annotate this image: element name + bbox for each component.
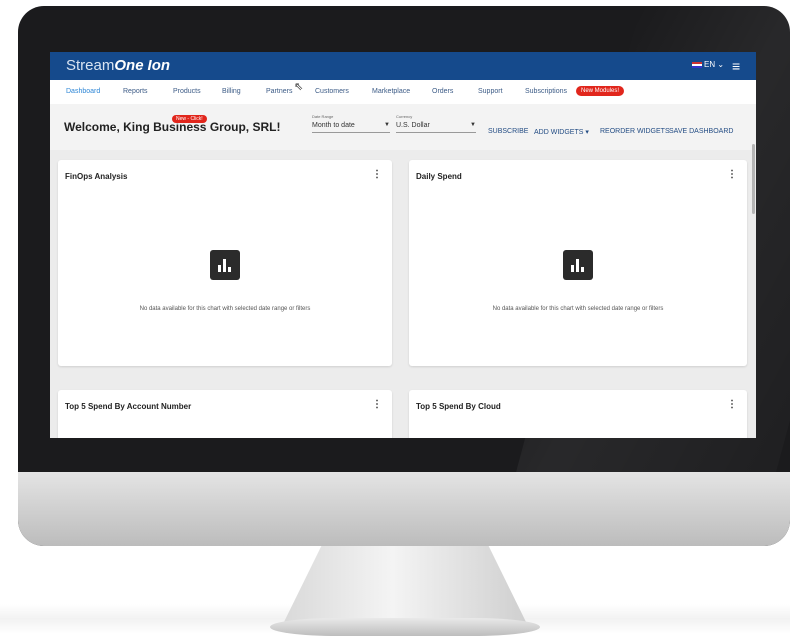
dropdown-arrow-icon: ▾ — [585, 129, 589, 136]
currency-label: Currency — [396, 114, 413, 119]
nav-support[interactable]: Support — [478, 88, 503, 95]
nav-partners[interactable]: Partners — [266, 88, 292, 95]
us-flag-icon — [692, 61, 702, 68]
dropdown-arrow-icon: ▼ — [470, 122, 476, 128]
new-modules-badge[interactable]: New Modules! — [576, 86, 625, 96]
nav-billing[interactable]: Billing — [222, 88, 241, 95]
add-widgets-button[interactable]: ADD WIDGETS ▾ — [534, 128, 589, 136]
date-range-label: Date Range — [312, 114, 334, 119]
more-options-icon[interactable]: ⋮ — [727, 169, 737, 180]
date-range-field[interactable]: Date Range Month to date ▼ — [312, 114, 390, 133]
welcome-heading: Welcome, King Business Group, SRL! — [64, 120, 281, 134]
card-title: Daily Spend — [416, 172, 462, 181]
currency-value: U.S. Dollar — [396, 122, 430, 129]
daily-spend-card: Daily Spend ⋮ No data available for this… — [409, 160, 747, 366]
language-selector[interactable]: EN ⌄ — [692, 60, 724, 69]
add-widgets-label: ADD WIDGETS — [534, 129, 584, 136]
date-range-value: Month to date — [312, 122, 355, 129]
bar-chart-icon — [563, 250, 593, 280]
welcome-bar: Welcome, King Business Group, SRL! New -… — [50, 104, 756, 150]
nav-dashboard[interactable]: Dashboard — [66, 88, 100, 95]
chevron-down-icon: ⌄ — [717, 60, 725, 69]
no-data-message: No data available for this chart with se… — [492, 306, 664, 312]
nav-reports[interactable]: Reports — [123, 88, 148, 95]
brand-part-1: Stream — [66, 57, 115, 74]
card-title: Top 5 Spend By Cloud — [416, 402, 501, 411]
nav-marketplace[interactable]: Marketplace — [372, 88, 410, 95]
currency-field[interactable]: Currency U.S. Dollar ▼ — [396, 114, 476, 133]
screen: StreamOne Ion EN ⌄ ≡ Dashboard Reports Pr… — [50, 52, 756, 438]
finops-analysis-card: FinOps Analysis ⋮ No data available for … — [58, 160, 392, 366]
monitor-stand-base — [270, 618, 540, 636]
nav-customers[interactable]: Customers — [315, 88, 349, 95]
hamburger-menu-icon[interactable]: ≡ — [732, 58, 740, 74]
dropdown-arrow-icon: ▼ — [384, 122, 390, 128]
no-data-message: No data available for this chart with se… — [139, 306, 311, 312]
card-title: FinOps Analysis — [65, 172, 128, 181]
monitor-chin — [18, 472, 790, 546]
card-title: Top 5 Spend By Account Number — [65, 402, 192, 411]
nav-products[interactable]: Products — [173, 88, 201, 95]
more-options-icon[interactable]: ⋮ — [372, 399, 382, 410]
more-options-icon[interactable]: ⋮ — [372, 169, 382, 180]
top5-cloud-card: Top 5 Spend By Cloud ⋮ — [409, 390, 747, 438]
bar-chart-icon — [210, 250, 240, 280]
top5-account-card: Top 5 Spend By Account Number ⋮ — [58, 390, 392, 438]
date-range-select[interactable]: Month to date ▼ — [312, 122, 390, 133]
main-nav: Dashboard Reports Products Billing Partn… — [50, 80, 756, 105]
monitor-stand — [282, 546, 528, 626]
brand-part-2: One — [114, 57, 144, 74]
more-options-icon[interactable]: ⋮ — [727, 399, 737, 410]
currency-select[interactable]: U.S. Dollar ▼ — [396, 122, 476, 133]
new-click-badge[interactable]: New - Click! — [172, 115, 207, 123]
save-dashboard-button[interactable]: SAVE DASHBOARD — [669, 128, 733, 135]
brand-logo[interactable]: StreamOne Ion — [66, 57, 170, 74]
nav-subscriptions[interactable]: Subscriptions — [525, 88, 567, 95]
reorder-widgets-button[interactable]: REORDER WIDGETS — [600, 128, 670, 135]
language-label: EN — [704, 60, 716, 69]
subscribe-button[interactable]: SUBSCRIBE — [488, 128, 528, 135]
vertical-scrollbar[interactable] — [752, 144, 755, 214]
nav-orders[interactable]: Orders — [432, 88, 453, 95]
top-bar: StreamOne Ion EN ⌄ ≡ — [50, 52, 756, 80]
mouse-cursor-icon: ⇖ — [294, 81, 304, 93]
brand-part-3: Ion — [147, 57, 171, 74]
